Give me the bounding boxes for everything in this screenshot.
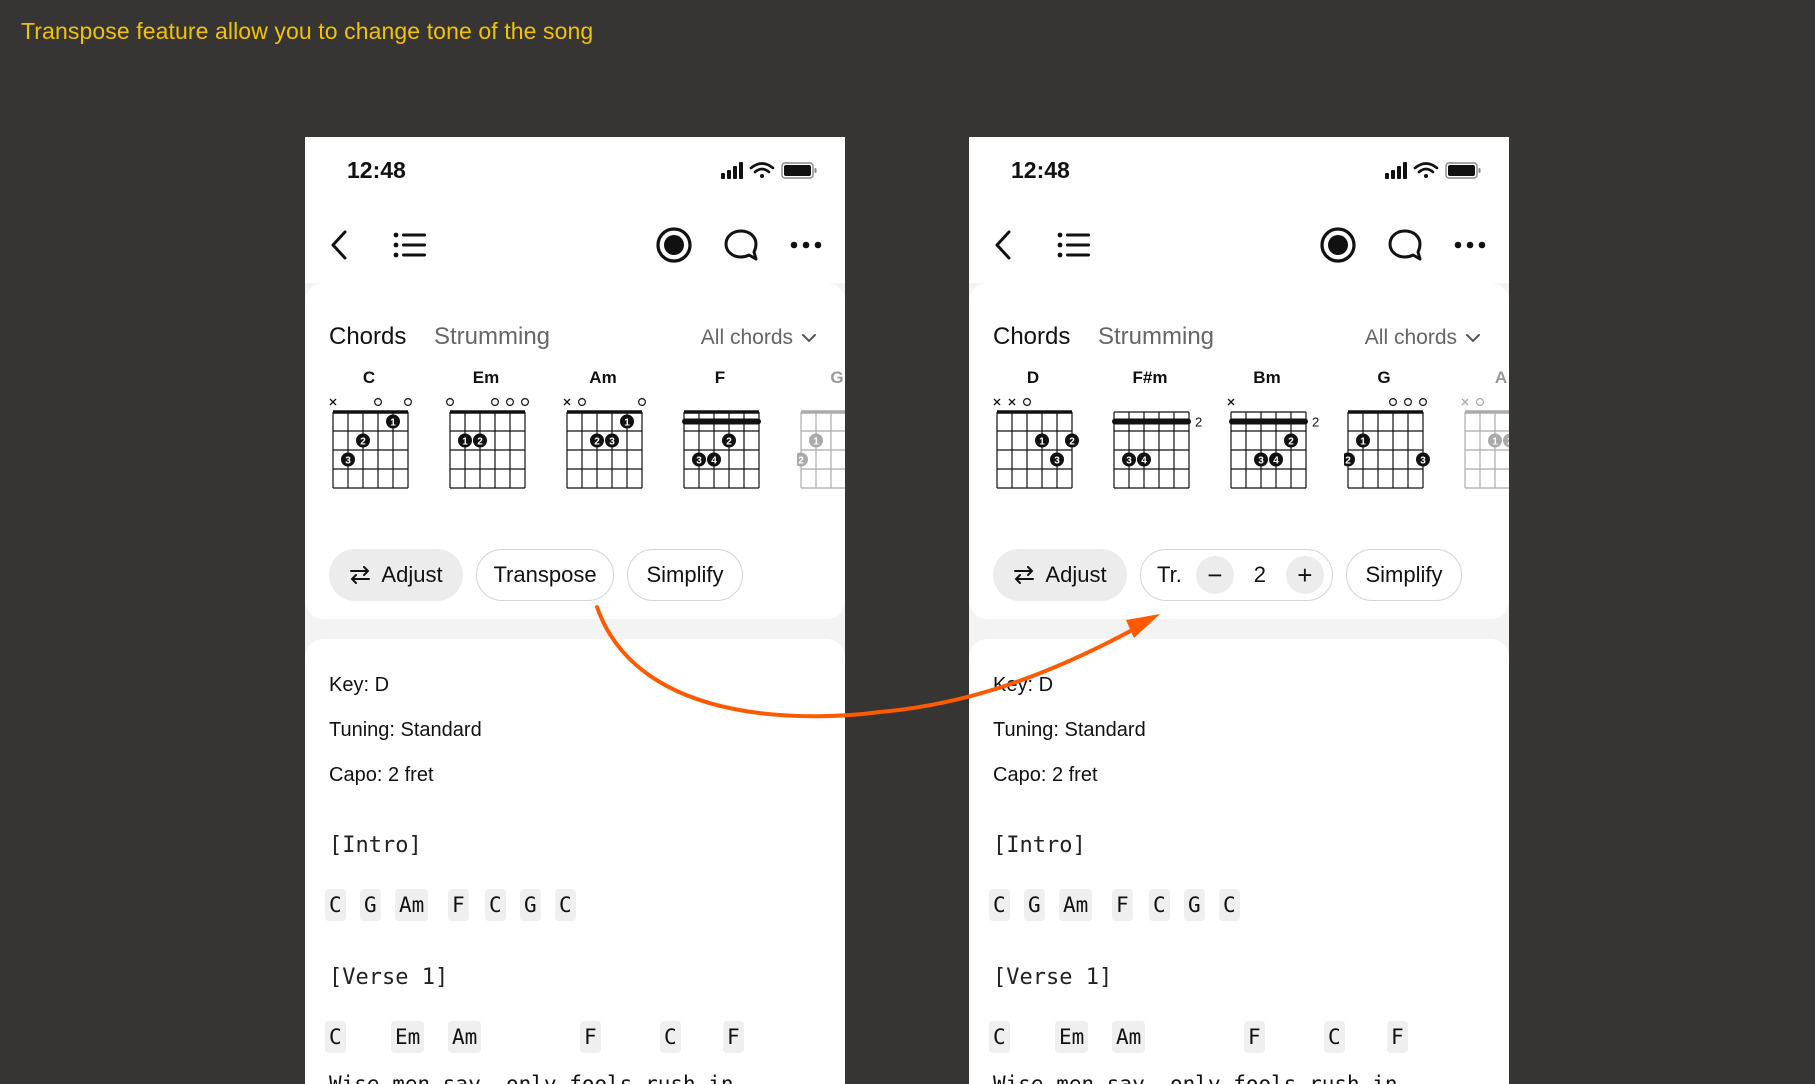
transition-arrow <box>595 605 1160 719</box>
